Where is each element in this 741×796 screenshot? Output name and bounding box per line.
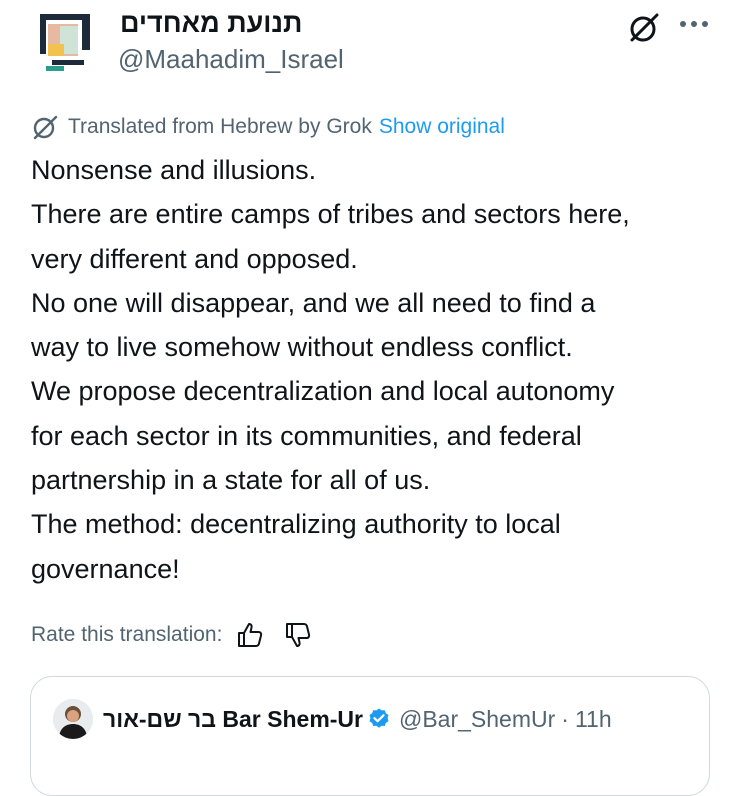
person-avatar-icon bbox=[53, 699, 93, 739]
post-header: תנועת מאחדים @Maahadim_Israel bbox=[0, 0, 741, 100]
post-text-line: No one will disappear, and we all need t… bbox=[31, 287, 596, 318]
quoted-author-name[interactable]: בר שם-אור Bar Shem-Ur bbox=[103, 706, 363, 733]
post-text-line: for each sector in its communities, and … bbox=[31, 420, 582, 451]
quoted-post-header: בר שם-אור Bar Shem-Ur @Bar_ShemUr · 11h bbox=[53, 697, 612, 741]
post-text-line: way to live somehow without endless conf… bbox=[31, 332, 573, 363]
post-text-line: partnership in a state for all of us. bbox=[31, 465, 431, 496]
verified-badge-icon bbox=[369, 708, 389, 728]
quoted-post-card[interactable]: בר שם-אור Bar Shem-Ur @Bar_ShemUr · 11h bbox=[30, 676, 710, 796]
post-text-line: Nonsense and illusions. bbox=[31, 155, 317, 185]
post-text-line: governance! bbox=[31, 553, 180, 584]
translated-label: Translated from Hebrew by Grok bbox=[68, 115, 372, 138]
post-text-line: The method: decentralizing authority to … bbox=[31, 509, 561, 540]
quoted-author-handle[interactable]: @Bar_ShemUr bbox=[399, 706, 555, 733]
author-display-name[interactable]: תנועת מאחדים bbox=[120, 8, 302, 39]
show-original-link[interactable]: Show original bbox=[379, 115, 505, 139]
post-text-line: There are entire camps of tribes and sec… bbox=[31, 199, 630, 230]
rate-translation-label: Rate this translation: bbox=[31, 623, 223, 646]
separator-dot: · bbox=[561, 705, 569, 732]
more-dots-icon[interactable] bbox=[677, 12, 711, 36]
rate-translation: Rate this translation: bbox=[31, 618, 312, 652]
maahadim-logo-avatar[interactable] bbox=[40, 14, 90, 72]
author-handle[interactable]: @Maahadim_Israel bbox=[118, 44, 344, 75]
grok-translate-icon bbox=[33, 115, 58, 140]
post-text: Nonsense and illusions. There are entire… bbox=[31, 148, 731, 591]
quoted-post-timestamp[interactable]: 11h bbox=[575, 706, 612, 733]
quoted-author-avatar[interactable] bbox=[53, 699, 93, 739]
grok-icon[interactable] bbox=[628, 12, 660, 44]
thumbs-down-icon[interactable] bbox=[284, 621, 312, 649]
thumbs-up-icon[interactable] bbox=[236, 621, 264, 649]
post-text-line: very different and opposed. bbox=[31, 243, 358, 274]
post-text-line: We propose decentralization and local au… bbox=[31, 376, 615, 407]
translation-notice: Translated from Hebrew by Grok Show orig… bbox=[32, 112, 505, 142]
